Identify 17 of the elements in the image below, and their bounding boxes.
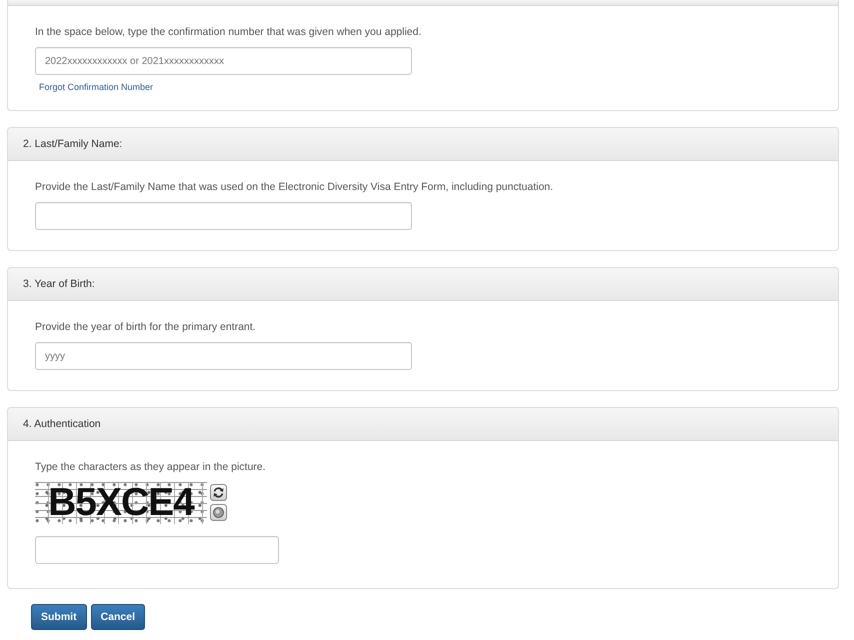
panel-title: 3. Year of Birth: <box>23 278 95 290</box>
captcha-image: B5XCE4 <box>35 482 207 524</box>
panel-title: 2. Last/Family Name: <box>23 138 122 150</box>
panel-title: 4. Authentication <box>23 418 101 430</box>
instruction-text: Provide the Last/Family Name that was used on the Electronic Diversity Visa Entry Form, including punctuation. <box>35 180 554 194</box>
forgot-link[interactable]: Forgot Confirmation Number <box>39 82 154 93</box>
text-input-field[interactable] <box>35 202 412 230</box>
submit-button[interactable]: Submit <box>31 604 87 630</box>
speaker-icon[interactable] <box>210 504 227 521</box>
refresh-icon[interactable] <box>210 484 227 501</box>
text-input-field[interactable]: 2022xxxxxxxxxxxx or 2021xxxxxxxxxxxx <box>35 47 412 75</box>
captcha-input-field[interactable] <box>35 536 279 564</box>
instruction-text: Provide the year of birth for the primary entrant. <box>35 320 257 334</box>
text-input-field[interactable]: yyyy <box>35 342 412 370</box>
cancel-button[interactable]: Cancel <box>90 604 146 630</box>
instruction-text: In the space below, type the confirmation number that was given when you applied. <box>35 25 422 39</box>
instruction-text: Type the characters as they appear in the picture. <box>35 460 267 474</box>
